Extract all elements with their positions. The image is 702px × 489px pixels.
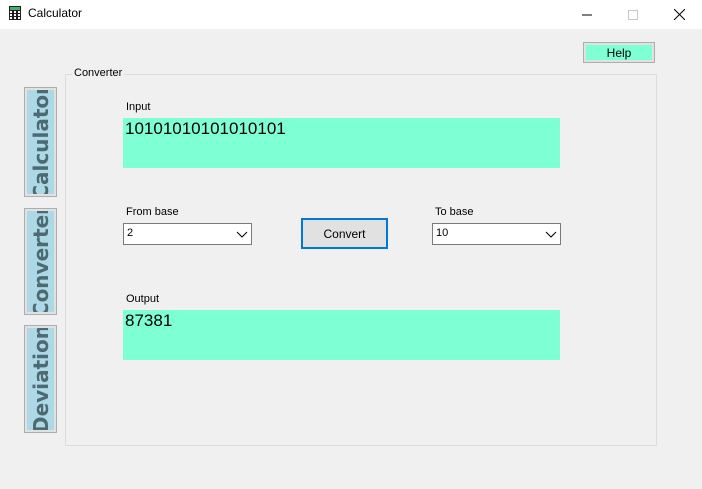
maximize-icon: [628, 9, 638, 20]
tab-deviation-label: Deviation: [28, 328, 53, 430]
tab-calculator-label: Calculator: [28, 90, 53, 194]
minimize-button[interactable]: [564, 0, 610, 29]
converter-group-title: Converter: [72, 67, 125, 79]
from-base-value: 2: [127, 227, 134, 239]
chevron-down-icon: [236, 231, 248, 238]
help-button[interactable]: Help: [583, 42, 655, 63]
chevron-down-icon: [545, 231, 557, 238]
tab-converter[interactable]: Converter: [24, 208, 57, 315]
input-field[interactable]: 10101010101010101: [123, 118, 560, 168]
tab-converter-label: Converter: [28, 211, 53, 312]
calculator-window: Calculator Help Calculator Converter Dev…: [0, 0, 702, 489]
input-label: Input: [126, 101, 151, 113]
to-base-label: To base: [435, 206, 474, 218]
tab-deviation[interactable]: Deviation: [24, 325, 57, 433]
window-title: Calculator: [28, 6, 83, 20]
calculator-app-icon: [9, 6, 21, 20]
output-label: Output: [126, 293, 160, 305]
close-button[interactable]: [656, 0, 702, 29]
title-bar: Calculator: [0, 0, 702, 29]
help-button-label: Help: [586, 45, 652, 60]
close-icon: [673, 9, 685, 20]
tab-calculator[interactable]: Calculator: [24, 87, 57, 197]
output-field[interactable]: 87381: [123, 310, 560, 360]
convert-button[interactable]: Convert: [301, 218, 388, 249]
from-base-select[interactable]: 2: [123, 223, 252, 245]
minimize-icon: [582, 14, 592, 15]
to-base-value: 10: [436, 227, 449, 239]
from-base-label: From base: [126, 206, 179, 218]
maximize-button[interactable]: [610, 0, 656, 29]
to-base-select[interactable]: 10: [432, 223, 561, 245]
